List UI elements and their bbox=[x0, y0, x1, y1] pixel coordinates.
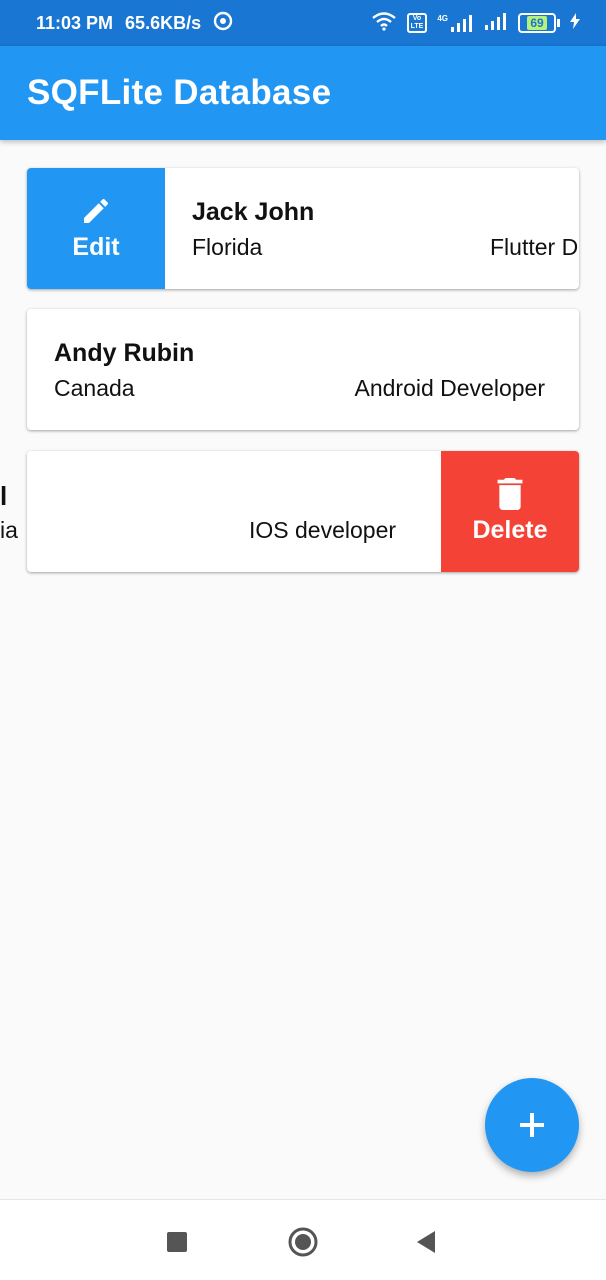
delete-button-label: Delete bbox=[472, 516, 548, 544]
app-bar: SQFLite Database bbox=[0, 46, 606, 140]
status-time: 11:03 PM bbox=[36, 12, 114, 33]
record-content: Jack John Florida Flutter Dev bbox=[165, 168, 579, 289]
page-title: SQFLite Database bbox=[27, 73, 332, 112]
record-card-andy-rubin[interactable]: Andy Rubin Canada Android Developer bbox=[27, 309, 579, 430]
signal-4g: 4G bbox=[437, 14, 474, 32]
add-record-button[interactable] bbox=[485, 1078, 579, 1172]
recents-button[interactable] bbox=[157, 1222, 197, 1262]
delete-button[interactable]: Delete bbox=[441, 451, 579, 572]
charging-icon bbox=[570, 12, 580, 34]
record-card-jack-john[interactable]: Edit Jack John Florida Flutter Dev bbox=[27, 168, 579, 289]
record-city: Florida bbox=[192, 234, 263, 260]
signal-icon bbox=[451, 15, 472, 32]
record-city: Canada bbox=[54, 375, 135, 401]
edit-button-label: Edit bbox=[72, 233, 120, 261]
record-city-fragment: ia bbox=[0, 517, 18, 543]
record-card-ios[interactable]: IOS developer Delete bbox=[27, 451, 579, 572]
trash-icon bbox=[497, 478, 523, 510]
square-icon bbox=[167, 1232, 187, 1252]
battery-level: 69 bbox=[527, 16, 547, 30]
back-button[interactable] bbox=[406, 1222, 446, 1262]
triangle-back-icon bbox=[417, 1231, 435, 1253]
volte-label-top: Vo bbox=[412, 15, 422, 22]
data-saver-icon bbox=[213, 11, 233, 36]
system-nav-bar bbox=[0, 1199, 606, 1280]
record-content: Andy Rubin Canada Android Developer bbox=[27, 309, 579, 430]
volte-label-bottom: LTE bbox=[410, 23, 424, 30]
status-bar: 11:03 PM 65.6KB/s Vo LTE 4G 69 bbox=[0, 0, 606, 46]
volte-icon: Vo LTE bbox=[406, 13, 428, 33]
record-name: Andy Rubin bbox=[54, 339, 195, 367]
network-type-label: 4G bbox=[437, 14, 448, 23]
wifi-icon bbox=[371, 11, 397, 36]
record-name-fragment: l bbox=[0, 481, 8, 511]
record-name: Jack John bbox=[192, 198, 315, 226]
signal-icon-2 bbox=[484, 12, 508, 35]
record-role: Android Developer bbox=[354, 375, 545, 401]
pencil-icon bbox=[84, 198, 109, 223]
status-speed: 65.6KB/s bbox=[125, 12, 202, 33]
record-role: IOS developer bbox=[249, 517, 397, 543]
edit-button[interactable]: Edit bbox=[27, 168, 165, 289]
home-button[interactable] bbox=[283, 1222, 323, 1262]
record-role: Flutter Dev bbox=[490, 234, 579, 260]
status-right: Vo LTE 4G 69 bbox=[371, 11, 580, 36]
battery-icon: 69 bbox=[518, 13, 560, 33]
circle-icon bbox=[288, 1227, 318, 1257]
plus-icon bbox=[520, 1113, 544, 1137]
status-left: 11:03 PM 65.6KB/s bbox=[36, 11, 233, 36]
